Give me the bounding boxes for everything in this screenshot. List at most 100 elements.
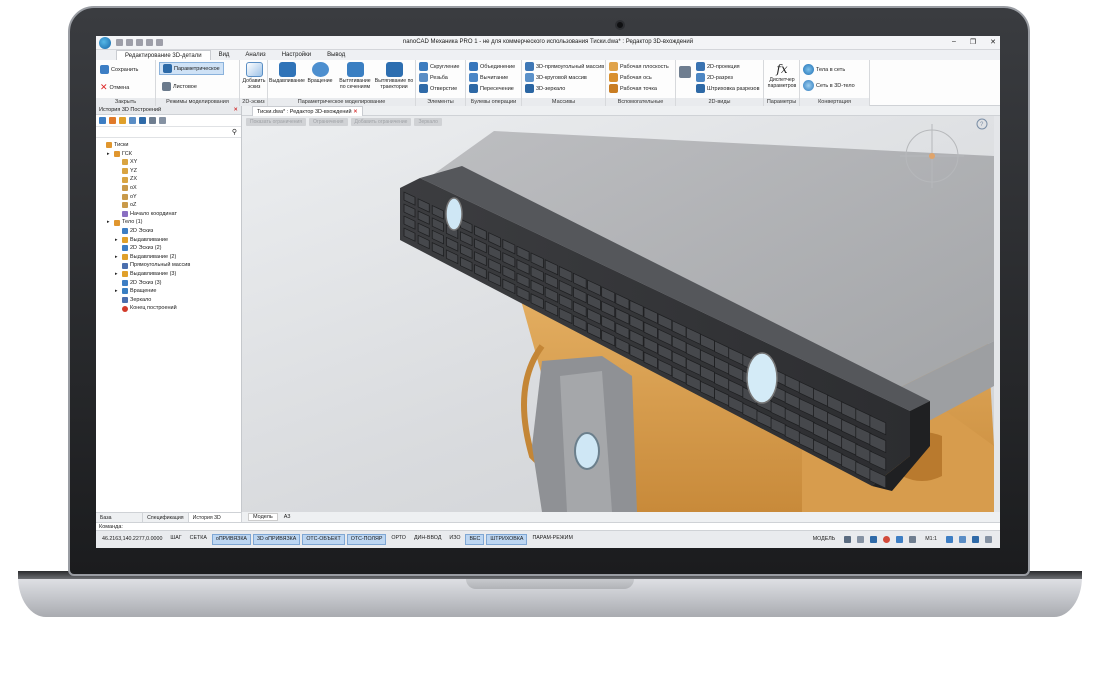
hatch-button[interactable]: Штриховка разрезов	[696, 84, 760, 93]
fullscreen-icon[interactable]	[972, 536, 979, 543]
tree-node[interactable]: ▸ Выдавливание	[96, 236, 241, 245]
tree-node[interactable]: ▸ Тело (1)	[96, 218, 241, 227]
refresh-icon[interactable]	[139, 117, 146, 124]
expand-arrow-icon[interactable]: ▸	[115, 253, 120, 262]
new-icon[interactable]	[116, 39, 123, 46]
tab-document[interactable]: Тиски.dwa* : Редактор 3D-вхождений ✕	[252, 106, 363, 116]
save-icon[interactable]	[136, 39, 143, 46]
tree-node[interactable]: ▸ Вращение	[96, 287, 241, 296]
down-icon[interactable]	[119, 117, 126, 124]
close-icon[interactable]: ✕	[233, 106, 238, 115]
sheet-mode-button[interactable]: Листовое	[162, 82, 197, 91]
settings-icon[interactable]	[149, 117, 156, 124]
sweep-button[interactable]: Вытягивание по траектории	[374, 62, 414, 90]
command-line[interactable]: Команда:	[96, 522, 1000, 530]
tree-node[interactable]: ZX	[96, 175, 241, 184]
tab-model[interactable]: Модель	[248, 513, 278, 521]
mesh-to-body-button[interactable]: Сеть в 3D-тело	[803, 80, 855, 91]
close-icon[interactable]: ✕	[353, 109, 358, 115]
status-toggle[interactable]: ВЕС	[465, 534, 485, 545]
expand-arrow-icon[interactable]: ▸	[107, 150, 112, 159]
rect-array-button[interactable]: 3D-прямоугольный массив	[525, 62, 604, 71]
circ-array-button[interactable]: 3D-круговой массив	[525, 73, 587, 82]
loft-button[interactable]: Вытягивание по сечениям	[336, 62, 374, 90]
vertical-scrollbar[interactable]	[994, 116, 1000, 512]
snap-icon[interactable]	[896, 536, 904, 543]
tree-node[interactable]: YZ	[96, 167, 241, 176]
zoom-icon[interactable]	[909, 536, 917, 543]
close-icon[interactable]: ✕	[990, 38, 996, 46]
tree-node[interactable]: oY	[96, 193, 241, 202]
mirror-button[interactable]: 3D-зеркало	[525, 84, 565, 93]
status-toggle[interactable]: ОТС-ОБЪЕКТ	[302, 534, 345, 545]
status-toggle[interactable]: 3D оПРИВЯЗКА	[252, 534, 301, 545]
tree-node[interactable]: Конец построений	[96, 304, 241, 313]
param-mode-button[interactable]: Параметрическое	[159, 62, 224, 75]
tab-element-base[interactable]: База элементов	[96, 513, 144, 529]
tree-node[interactable]: ▸ ГСК	[96, 150, 241, 159]
revolve-button[interactable]: Вращение	[306, 62, 334, 84]
settings-icon[interactable]	[985, 536, 992, 543]
fillet-button[interactable]: Скругление	[419, 62, 459, 71]
status-toggle[interactable]: ОТС-ПОЛЯР	[346, 534, 387, 545]
3d-viewport[interactable]: Показать ограничения Ограничения Добавит…	[242, 116, 994, 512]
tab-settings[interactable]: Настройки	[274, 50, 319, 60]
status-toggle[interactable]: ОРТО	[388, 534, 409, 545]
status-toggle[interactable]: ШТРИХОВКА	[486, 534, 528, 545]
tab-analysis[interactable]: Анализ	[237, 50, 273, 60]
intersect-button[interactable]: Пересечение	[469, 84, 514, 93]
app-logo-icon[interactable]	[99, 36, 111, 49]
work-axis-button[interactable]: Рабочая ось	[609, 73, 652, 82]
tree-node[interactable]: XY	[96, 158, 241, 167]
search-bar[interactable]: ⚲	[96, 127, 241, 138]
hole-button[interactable]: Отверстие	[419, 84, 457, 93]
layers-icon[interactable]	[159, 117, 166, 124]
tree-node[interactable]: oX	[96, 184, 241, 193]
print-icon[interactable]	[146, 39, 153, 46]
maximize-icon[interactable]: ❐	[970, 38, 976, 46]
search-icon[interactable]: ⚲	[232, 128, 237, 136]
tree-node[interactable]: Прямоугольный массив	[96, 261, 241, 270]
view-cube-button[interactable]	[679, 66, 691, 78]
param-manager-button[interactable]: fx Диспетчер параметров	[765, 62, 799, 89]
status-toggle[interactable]: ШАГ	[167, 534, 184, 545]
tree-node[interactable]: Зеркало	[96, 296, 241, 305]
viewport-icon[interactable]	[857, 536, 865, 543]
tab-history[interactable]: История 3D Пост...	[188, 513, 242, 529]
tree-node[interactable]: 2D Эскиз (2)	[96, 244, 241, 253]
expand-arrow-icon[interactable]: ▸	[115, 236, 120, 245]
cancel-button[interactable]: ✕ Отмена	[100, 82, 129, 93]
subtract-button[interactable]: Вычитание	[469, 73, 508, 82]
thread-button[interactable]: Резьба	[419, 73, 448, 82]
union-button[interactable]: Объединение	[469, 62, 515, 71]
tree-node[interactable]: 2D Эскиз (3)	[96, 279, 241, 288]
open-icon[interactable]	[126, 39, 133, 46]
expand-icon[interactable]	[129, 117, 136, 124]
extrude-button[interactable]: Выдавливание	[269, 62, 305, 84]
tab-a3[interactable]: А3	[280, 514, 295, 520]
status-toggle[interactable]: оПРИВЯЗКА	[211, 534, 251, 545]
lock-icon[interactable]	[959, 536, 966, 543]
section-2d-button[interactable]: 2D-разрез	[696, 73, 733, 82]
tree-node[interactable]: Тиски	[96, 141, 241, 150]
status-toggle[interactable]: ПАРАМ-РЕЖИМ	[529, 534, 575, 545]
projection-2d-button[interactable]: 2D-проекция	[696, 62, 740, 71]
tab-specification[interactable]: Спецификация	[143, 513, 189, 522]
status-toggle[interactable]: СЕТКА	[187, 534, 210, 545]
model-space-label[interactable]: МОДЕЛЬ	[810, 535, 839, 544]
bodies-to-mesh-button[interactable]: Тела в сеть	[803, 64, 845, 75]
tree-node[interactable]: ▸ Выдавливание (3)	[96, 270, 241, 279]
undo-icon[interactable]	[156, 39, 163, 46]
tree-node[interactable]: 2D Эскиз	[96, 227, 241, 236]
save-button[interactable]: Сохранить	[100, 65, 138, 74]
work-point-button[interactable]: Рабочая точка	[609, 84, 657, 93]
scale-label[interactable]: М1:1	[922, 535, 940, 544]
filter-icon[interactable]	[99, 117, 106, 124]
minimize-icon[interactable]: –	[952, 38, 956, 46]
expand-arrow-icon[interactable]: ▸	[115, 270, 120, 279]
tab-edit-3d-part[interactable]: Редактирование 3D-детали	[116, 50, 211, 60]
expand-arrow-icon[interactable]: ▸	[107, 218, 112, 227]
tree-node[interactable]: ▸ Выдавливание (2)	[96, 253, 241, 262]
tab-output[interactable]: Вывод	[319, 50, 353, 60]
annotate-icon[interactable]	[870, 536, 878, 543]
